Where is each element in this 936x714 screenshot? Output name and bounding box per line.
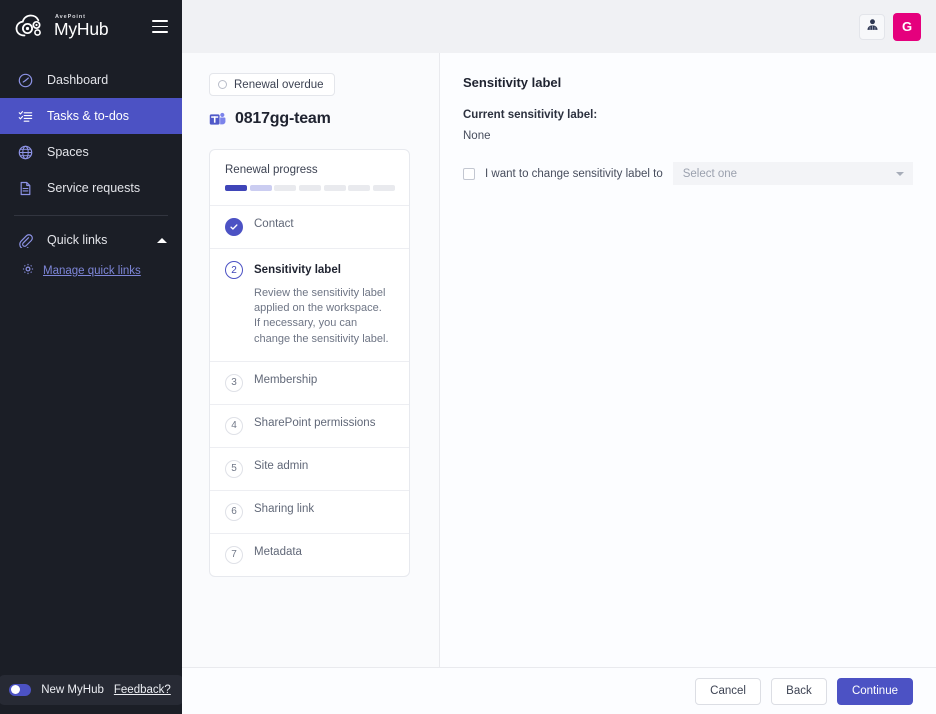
person-icon-button[interactable]	[859, 13, 885, 40]
microsoft-teams-icon	[209, 111, 226, 128]
sidebar: AvePoint MyHub Dashboard Tasks & to-dos …	[0, 0, 183, 714]
continue-button[interactable]: Continue	[836, 677, 913, 705]
chevron-down-icon	[895, 171, 904, 176]
current-sensitivity-label-value: None	[463, 130, 491, 142]
progress-segment	[348, 185, 371, 191]
globe-icon	[17, 144, 34, 161]
cancel-button[interactable]: Cancel	[695, 677, 761, 705]
sidebar-item-dashboard[interactable]: Dashboard	[0, 62, 182, 98]
app-root: AvePoint MyHub Dashboard Tasks & to-dos …	[0, 0, 936, 714]
progress-bar	[225, 185, 395, 191]
hamburger-icon[interactable]	[152, 20, 168, 33]
new-myhub-toggle[interactable]	[9, 683, 32, 696]
sidebar-brand: AvePoint MyHub	[0, 0, 182, 53]
wizard-step-label: Metadata	[254, 545, 302, 558]
manage-quick-links-item[interactable]: Manage quick links	[0, 258, 182, 284]
avatar[interactable]: G	[893, 12, 921, 41]
document-icon	[17, 180, 34, 197]
wizard-step-metadata[interactable]: 7 Metadata	[210, 534, 409, 576]
step-check-icon	[225, 218, 243, 236]
wizard-step-label: Site admin	[254, 459, 309, 472]
sidebar-nav: Dashboard Tasks & to-dos Spaces Service …	[0, 62, 182, 284]
toggle-knob	[10, 685, 20, 694]
step-number: 4	[225, 416, 243, 435]
wizard-step-sharepoint-permissions[interactable]: 4 SharePoint permissions	[210, 405, 409, 448]
progress-segment	[274, 185, 297, 191]
tasks-list-icon	[17, 108, 34, 125]
step-number: 3	[225, 373, 243, 392]
detail-panel: Sensitivity label Current sensitivity la…	[439, 53, 936, 714]
sidebar-item-spaces[interactable]: Spaces	[0, 134, 182, 170]
sidebar-item-service-requests[interactable]: Service requests	[0, 170, 182, 206]
body-area: Renewal overdue 0817gg-team Renewal prog…	[182, 53, 936, 714]
wizard-step-sensitivity-label[interactable]: 2 Sensitivity label Review the sensitivi…	[210, 249, 409, 362]
progress-segment	[225, 185, 248, 191]
wizard-step-membership[interactable]: 3 Membership	[210, 362, 409, 405]
sidebar-footer: New MyHub Feedback?	[0, 665, 183, 714]
wizard-step-label: SharePoint permissions	[254, 416, 376, 429]
paperclip-icon	[17, 232, 34, 249]
step-number: 5	[225, 459, 243, 478]
wizard-column: Renewal overdue 0817gg-team Renewal prog…	[182, 53, 439, 714]
back-button[interactable]: Back	[770, 677, 827, 705]
step-number: 7	[225, 545, 243, 564]
wizard-step-label: Sharing link	[254, 502, 315, 515]
current-sensitivity-label-title: Current sensitivity label:	[463, 109, 598, 121]
quick-links-label: Quick links	[47, 233, 108, 247]
wizard-step-description: Review the sensitivity label applied on …	[254, 287, 389, 345]
renewal-progress-label: Renewal progress	[225, 164, 318, 176]
step-number: 2	[225, 261, 243, 279]
manage-quick-links-label[interactable]: Manage quick links	[43, 265, 141, 277]
sensitivity-label-select[interactable]: Select one	[672, 162, 913, 185]
sidebar-item-label: Spaces	[47, 145, 89, 159]
progress-segment	[372, 185, 395, 191]
sidebar-item-quick-links[interactable]: Quick links	[0, 222, 182, 258]
chevron-up-icon[interactable]	[157, 237, 167, 243]
sidebar-item-label: Tasks & to-dos	[47, 109, 129, 123]
step-number: 6	[225, 502, 243, 521]
wizard-step-sharing-link[interactable]: 6 Sharing link	[210, 491, 409, 534]
sensitivity-label-select-value: Select one	[682, 167, 738, 180]
wizard-step-label: Membership	[254, 373, 318, 386]
wizard-steps-card: Renewal progress Contact 2 Sensitivity l…	[209, 149, 410, 577]
main-area: G Renewal overdue 0817gg-team Renewal pr…	[182, 0, 936, 714]
page-title: 0817gg-team	[235, 110, 331, 127]
progress-segment	[249, 185, 272, 191]
new-myhub-pill: New MyHub Feedback?	[0, 674, 183, 705]
topbar: G	[182, 0, 936, 53]
wizard-step-label: Contact	[254, 218, 294, 230]
sidebar-item-label: Service requests	[47, 181, 141, 195]
change-sensitivity-row: I want to change sensitivity label to Se…	[463, 162, 936, 185]
brand-logo[interactable]: AvePoint MyHub	[15, 14, 146, 40]
status-badge: Renewal overdue	[209, 73, 335, 96]
sidebar-item-tasks-and-to-dos[interactable]: Tasks & to-dos	[0, 98, 182, 134]
gear-icon	[22, 262, 34, 280]
progress-segment	[323, 185, 346, 191]
cloud-gear-logo-icon	[15, 14, 49, 40]
progress-segment	[298, 185, 322, 191]
status-circle-icon	[218, 80, 227, 89]
dashboard-gauge-icon	[17, 72, 34, 89]
workspace-title-row: 0817gg-team	[209, 110, 439, 128]
detail-title: Sensitivity label	[463, 75, 562, 90]
renewal-progress-block: Renewal progress	[210, 150, 409, 206]
sidebar-divider	[14, 215, 168, 216]
wizard-step-label: Sensitivity label	[254, 264, 341, 276]
feedback-link[interactable]: Feedback?	[114, 684, 171, 696]
change-sensitivity-checkbox[interactable]	[463, 167, 475, 180]
change-sensitivity-label: I want to change sensitivity label to	[485, 167, 663, 180]
wizard-step-site-admin[interactable]: 5 Site admin	[210, 448, 409, 491]
brand-name: MyHub	[54, 19, 109, 39]
person-icon	[866, 18, 879, 36]
status-badge-label: Renewal overdue	[234, 78, 324, 91]
new-myhub-label: New MyHub	[41, 683, 104, 696]
page-footer: Cancel Back Continue	[182, 667, 936, 714]
sidebar-item-label: Dashboard	[47, 73, 109, 87]
wizard-step-contact[interactable]: Contact	[210, 206, 409, 249]
